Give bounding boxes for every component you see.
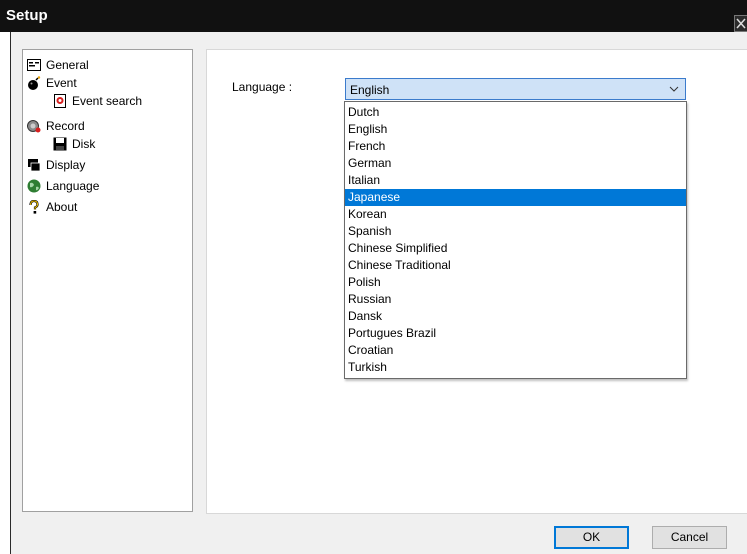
tree-item-label: General (46, 58, 89, 72)
record-icon (27, 119, 41, 133)
tree-item-disk[interactable]: Disk (53, 135, 95, 153)
language-option[interactable]: Italian (345, 172, 686, 189)
tree-item-label: Display (46, 158, 86, 172)
tree-item-label: About (46, 200, 78, 214)
title-bar: Setup (0, 0, 747, 32)
tree-item-label: Disk (72, 137, 96, 151)
general-icon (27, 58, 41, 72)
language-select-value: English (350, 83, 390, 97)
language-label: Language : (232, 80, 293, 94)
language-option[interactable]: Chinese Simplified (345, 240, 686, 257)
tree-item-about[interactable]: About (27, 198, 77, 216)
language-option[interactable]: Korean (345, 206, 686, 223)
language-option[interactable]: Portugues Brazil (345, 325, 686, 342)
setup-tree: General Event Event search Record Disk D… (22, 49, 193, 512)
language-option[interactable]: English (345, 121, 686, 138)
language-option[interactable]: French (345, 138, 686, 155)
window-title: Setup (6, 7, 48, 24)
event-search-icon (53, 94, 67, 108)
language-option[interactable]: Polish (345, 274, 686, 291)
ok-button[interactable]: OK (554, 526, 629, 549)
language-option[interactable]: Chinese Traditional (345, 257, 686, 274)
language-option[interactable]: Dutch (345, 104, 686, 121)
chevron-down-icon (669, 86, 679, 92)
language-option[interactable]: German (345, 155, 686, 172)
language-option[interactable]: Dansk (345, 308, 686, 325)
bomb-icon (27, 76, 41, 90)
language-option[interactable]: Russian (345, 291, 686, 308)
language-option[interactable]: Turkish (345, 359, 686, 376)
tree-item-event[interactable]: Event (27, 74, 77, 92)
close-icon (736, 18, 746, 29)
language-option-highlighted[interactable]: Japanese (345, 189, 686, 206)
tree-item-general[interactable]: General (27, 56, 89, 74)
tree-item-language[interactable]: Language (27, 177, 99, 195)
tree-item-label: Event search (72, 94, 143, 108)
floppy-disk-icon (53, 137, 67, 151)
tree-item-display[interactable]: Display (27, 156, 85, 174)
tree-item-label: Language (46, 179, 100, 193)
close-button[interactable] (734, 15, 747, 32)
display-icon (27, 158, 41, 172)
language-option[interactable]: Croatian (345, 342, 686, 359)
language-option[interactable]: Spanish (345, 223, 686, 240)
globe-icon (27, 179, 41, 193)
question-icon (27, 199, 41, 214)
cancel-button[interactable]: Cancel (652, 526, 727, 549)
language-dropdown-list: Dutch English French German Italian Japa… (344, 101, 687, 379)
tree-item-label: Event (46, 76, 77, 90)
tree-item-label: Record (46, 119, 85, 133)
language-select[interactable]: English (345, 78, 686, 100)
tree-item-event-search[interactable]: Event search (53, 92, 142, 110)
tree-item-record[interactable]: Record (27, 117, 85, 135)
